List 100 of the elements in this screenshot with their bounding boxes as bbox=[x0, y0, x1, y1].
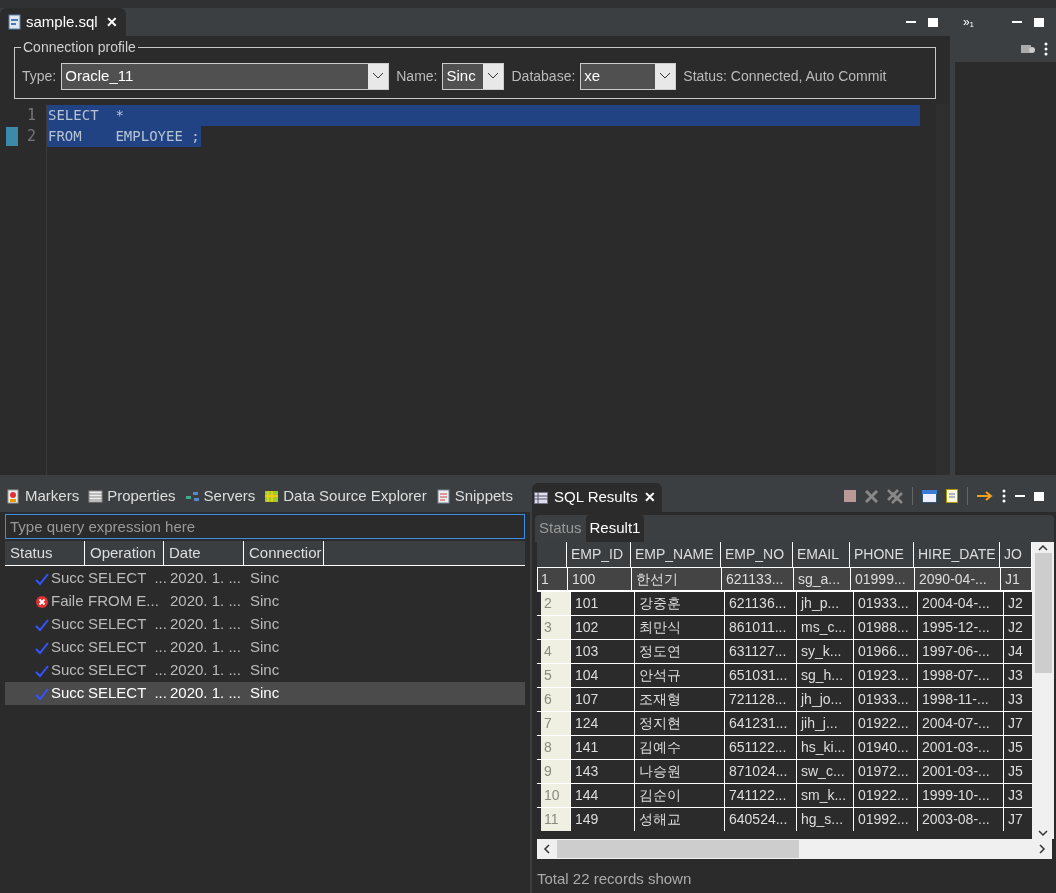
table-cell-text: 2020. 1. ... bbox=[169, 614, 242, 635]
view-tab[interactable]: Snippets bbox=[454, 484, 513, 508]
name-label: Name: bbox=[396, 66, 438, 86]
table-cell-text: Sinc bbox=[249, 591, 281, 612]
table-cell-text: Sinc bbox=[249, 637, 281, 658]
maximize-icon[interactable] bbox=[1034, 491, 1044, 501]
overflow-tabs[interactable]: »₁ bbox=[963, 13, 974, 31]
database-dropdown[interactable]: xe bbox=[580, 62, 677, 90]
table-cell: 103 bbox=[571, 640, 635, 663]
table-cell-text: Sinc bbox=[249, 660, 281, 681]
remove-all-icon[interactable] bbox=[887, 488, 903, 504]
sql-file-icon bbox=[8, 14, 22, 30]
table-cell-text: Succ bbox=[51, 614, 86, 635]
table-cell: 01940... bbox=[854, 736, 918, 759]
history-row[interactable]: Faile FROM E... 2020. 1. ... Sinc bbox=[5, 590, 525, 613]
history-row[interactable]: Succ SELECT ... 2020. 1. ... Sinc bbox=[5, 682, 525, 705]
table-cell: 안석규 bbox=[635, 664, 725, 687]
editor-tab[interactable]: sample.sql ✕ bbox=[0, 8, 126, 36]
table-cell: 01922... bbox=[854, 784, 918, 807]
scrollbar-thumb[interactable] bbox=[557, 840, 799, 858]
table-cell: 621136... bbox=[725, 592, 797, 615]
table-cell: 741122... bbox=[725, 784, 797, 807]
history-row[interactable]: Succ SELECT ... 2020. 1. ... Sinc bbox=[5, 636, 525, 659]
history-row[interactable]: Succ SELECT ... 2020. 1. ... Sinc bbox=[5, 659, 525, 682]
tab-title: sample.sql bbox=[26, 11, 98, 32]
toolbar-icon[interactable] bbox=[1020, 42, 1036, 56]
table-cell: jh_jo... bbox=[797, 688, 854, 711]
document-icon[interactable] bbox=[946, 489, 958, 503]
column-header[interactable]: Status bbox=[5, 541, 85, 565]
horizontal-scrollbar[interactable] bbox=[537, 839, 1052, 859]
table-cell: 104 bbox=[571, 664, 635, 687]
table-cell-text: Succ bbox=[51, 568, 86, 589]
chevron-down-icon bbox=[488, 73, 499, 79]
row-number: 2 bbox=[541, 592, 571, 615]
table-cell: 124 bbox=[571, 712, 635, 735]
table-cell: 143 bbox=[571, 760, 635, 783]
row-number: 4 bbox=[541, 640, 571, 663]
table-cell: 01922... bbox=[854, 712, 918, 735]
check-icon bbox=[35, 686, 49, 701]
table-cell: 한선기 bbox=[632, 568, 722, 590]
remove-icon[interactable] bbox=[865, 489, 878, 503]
table-cell: 621133... bbox=[722, 568, 794, 590]
view-tab[interactable]: Servers bbox=[203, 484, 256, 508]
row-number: 5 bbox=[541, 664, 571, 687]
table-cell: 01966... bbox=[854, 640, 918, 663]
table-cell: 1995-12-... bbox=[918, 616, 1004, 639]
table-cell: sg_h... bbox=[797, 664, 854, 687]
history-row[interactable]: Succ SELECT ... 2020. 1. ... Sinc bbox=[5, 567, 525, 590]
column-header[interactable]: Date bbox=[164, 541, 244, 565]
table-cell-text: Sinc bbox=[249, 568, 281, 589]
table-cell-text: Sinc bbox=[249, 683, 281, 704]
column-header[interactable]: Connectior bbox=[244, 541, 324, 565]
connection-status: Status: Connected, Auto Commit bbox=[683, 66, 887, 86]
table-cell-text: Faile bbox=[51, 591, 85, 612]
table-cell: 1997-06-... bbox=[918, 640, 1004, 663]
maximize-icon[interactable] bbox=[1034, 17, 1044, 27]
table-cell: 144 bbox=[571, 784, 635, 807]
table-cell: jih_j... bbox=[797, 712, 854, 735]
result-tab[interactable]: Result1 bbox=[585, 515, 645, 542]
row-number: 7 bbox=[541, 712, 571, 735]
row-number: 10 bbox=[541, 784, 571, 807]
table-cell: 651031... bbox=[725, 664, 797, 687]
export-icon[interactable] bbox=[977, 490, 993, 502]
view-tab[interactable]: Data Source Explorer bbox=[283, 484, 427, 508]
table-cell: 2001-03-... bbox=[918, 760, 1004, 783]
scrollbar-thumb[interactable] bbox=[1034, 553, 1052, 673]
close-icon[interactable]: ✕ bbox=[105, 11, 118, 33]
view-tab[interactable]: Markers bbox=[25, 484, 80, 508]
table-cell-text: 2020. 1. ... bbox=[169, 568, 242, 589]
table-cell-text: 2020. 1. ... bbox=[169, 591, 242, 612]
check-icon bbox=[35, 571, 49, 586]
table-cell-text: SELECT ... bbox=[87, 660, 165, 681]
table-cell: 871024... bbox=[725, 760, 797, 783]
table-cell: sy_k... bbox=[797, 640, 854, 663]
sql-results-tab[interactable]: SQL Results ✕ bbox=[532, 483, 662, 512]
table-cell: 조재형 bbox=[635, 688, 725, 711]
more-icon[interactable] bbox=[1002, 489, 1006, 503]
view-tab[interactable]: Properties bbox=[107, 484, 176, 508]
scroll-down-icon[interactable] bbox=[1038, 827, 1048, 839]
table-cell: 최만식 bbox=[635, 616, 725, 639]
name-dropdown[interactable]: Sinc bbox=[442, 62, 505, 90]
maximize-icon[interactable] bbox=[928, 17, 938, 27]
more-icon[interactable] bbox=[1044, 42, 1048, 56]
table-cell: 김순이 bbox=[635, 784, 725, 807]
table-cell: 721128... bbox=[725, 688, 797, 711]
query-filter-field[interactable]: Type query expression here bbox=[5, 514, 525, 539]
result-tab[interactable]: Status bbox=[535, 515, 586, 542]
table-cell: sw_c... bbox=[797, 760, 854, 783]
close-icon[interactable]: ✕ bbox=[643, 487, 656, 508]
table-cell-text: 2020. 1. ... bbox=[169, 660, 242, 681]
window-icon[interactable] bbox=[922, 489, 937, 503]
column-header[interactable]: Operation bbox=[85, 541, 164, 565]
line-number: 1 bbox=[26, 105, 36, 127]
table-cell: 149 bbox=[571, 808, 635, 831]
table-cell: 정도연 bbox=[635, 640, 725, 663]
vertical-scrollbar[interactable] bbox=[1032, 542, 1054, 839]
row-number: 1 bbox=[538, 568, 568, 590]
history-row[interactable]: Succ SELECT ... 2020. 1. ... Sinc bbox=[5, 613, 525, 636]
table-cell-text: SELECT ... bbox=[87, 637, 165, 658]
type-dropdown[interactable]: Oracle_11 bbox=[61, 62, 390, 90]
